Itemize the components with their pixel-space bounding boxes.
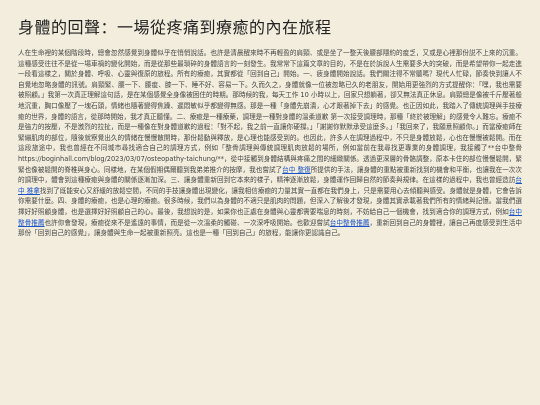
- article-text-4: 也許你會發現，療癒從來不是遙遠的事情，而是從一次溫柔的觸碰、一次深呼吸開始。也歡…: [44, 218, 330, 227]
- article-text-3: 找到了既能安心又舒緩的放鬆空間，不同的手技讓身體出現變化，讓我相信療癒的力量其實…: [18, 186, 522, 216]
- link-taichung-zhengfu[interactable]: 台中 整復: [282, 166, 311, 174]
- link-taichung-osteopathy-2[interactable]: 台中整骨推薦: [330, 219, 370, 227]
- article-text-1: 人在生命裡的某個階段時，總會忽然感覺到身體似乎在悄悄說話。也許是清晨醒來時不再輕…: [18, 49, 522, 174]
- article-body: 人在生命裡的某個階段時，總會忽然感覺到身體似乎在悄悄說話。也許是清晨醒來時不再輕…: [18, 48, 522, 239]
- page: 身體的回聲：一場從疼痛到療癒的內在旅程 人在生命裡的某個階段時，總會忽然感覺到身…: [0, 0, 540, 239]
- page-title: 身體的回聲：一場從疼痛到療癒的內在旅程: [18, 18, 332, 37]
